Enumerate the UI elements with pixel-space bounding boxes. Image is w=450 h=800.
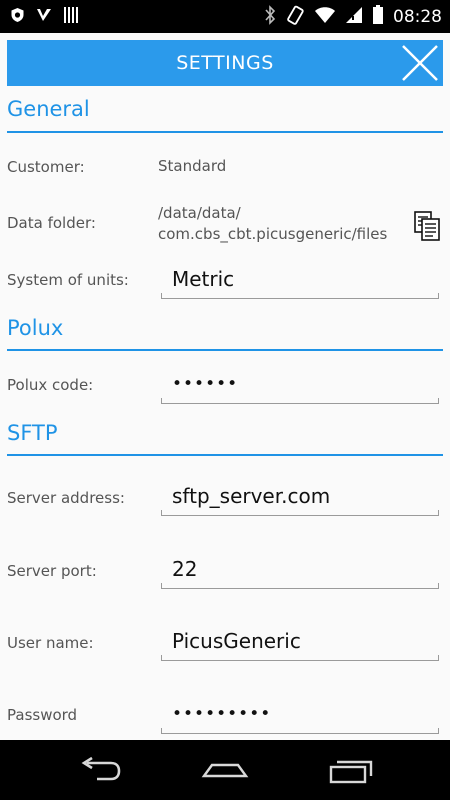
units-label: System of units: <box>7 271 129 289</box>
password-value: ••••••••• <box>172 704 272 724</box>
back-icon <box>81 756 121 781</box>
server-address-value: sftp_server.com <box>172 484 331 508</box>
server-address-label: Server address: <box>7 489 125 507</box>
data-folder-line-1: /data/data/ <box>158 204 241 222</box>
shield-icon <box>10 7 25 27</box>
recent-apps-icon <box>329 760 373 784</box>
password-input[interactable]: ••••••••• <box>161 698 439 734</box>
units-select[interactable]: Metric <box>161 263 439 299</box>
user-name-value: PicusGeneric <box>172 629 301 653</box>
copy-path-button[interactable] <box>412 210 442 242</box>
customer-label: Customer: <box>7 158 85 176</box>
section-general-divider <box>7 131 443 133</box>
battery-icon <box>372 5 384 29</box>
server-address-input[interactable]: sftp_server.com <box>161 480 439 516</box>
data-folder-line-2: com.cbs_cbt.picusgeneric/files <box>158 225 388 243</box>
back-button[interactable] <box>75 754 125 786</box>
customer-value: Standard <box>158 157 227 175</box>
section-sftp-divider <box>7 454 443 456</box>
settings-screen: SETTINGS General Customer: Standard Data… <box>0 33 450 740</box>
bluetooth-icon <box>264 5 276 29</box>
wifi-icon <box>314 6 336 28</box>
check-icon <box>35 7 53 27</box>
home-icon <box>201 763 249 778</box>
user-name-label: User name: <box>7 634 94 652</box>
close-icon <box>402 45 438 81</box>
header-bar: SETTINGS <box>7 40 443 86</box>
server-port-input[interactable]: 22 <box>161 553 439 589</box>
section-polux-title: Polux <box>7 316 64 340</box>
recent-apps-button[interactable] <box>327 754 377 786</box>
home-button[interactable] <box>200 754 250 786</box>
signal-icon <box>345 6 363 28</box>
barcode-icon <box>63 6 79 28</box>
password-label: Password <box>7 706 78 724</box>
section-polux-divider <box>7 349 443 351</box>
server-port-value: 22 <box>172 557 198 581</box>
status-bar: 08:28 <box>0 0 450 33</box>
polux-code-value: •••••• <box>172 374 239 394</box>
rotate-icon <box>285 5 305 29</box>
copy-icon <box>414 211 440 241</box>
polux-code-input[interactable]: •••••• <box>161 368 439 404</box>
clock: 08:28 <box>393 7 442 27</box>
section-sftp-title: SFTP <box>7 421 58 445</box>
polux-code-label: Polux code: <box>7 376 94 394</box>
close-button[interactable] <box>399 42 441 84</box>
page-title: SETTINGS <box>176 52 274 74</box>
server-port-label: Server port: <box>7 562 97 580</box>
units-value: Metric <box>172 267 235 291</box>
section-general-title: General <box>7 97 90 121</box>
data-folder-label: Data folder: <box>7 214 96 232</box>
navigation-bar <box>0 740 450 800</box>
user-name-input[interactable]: PicusGeneric <box>161 625 439 661</box>
data-folder-value: /data/data/ com.cbs_cbt.picusgeneric/fil… <box>158 203 387 245</box>
